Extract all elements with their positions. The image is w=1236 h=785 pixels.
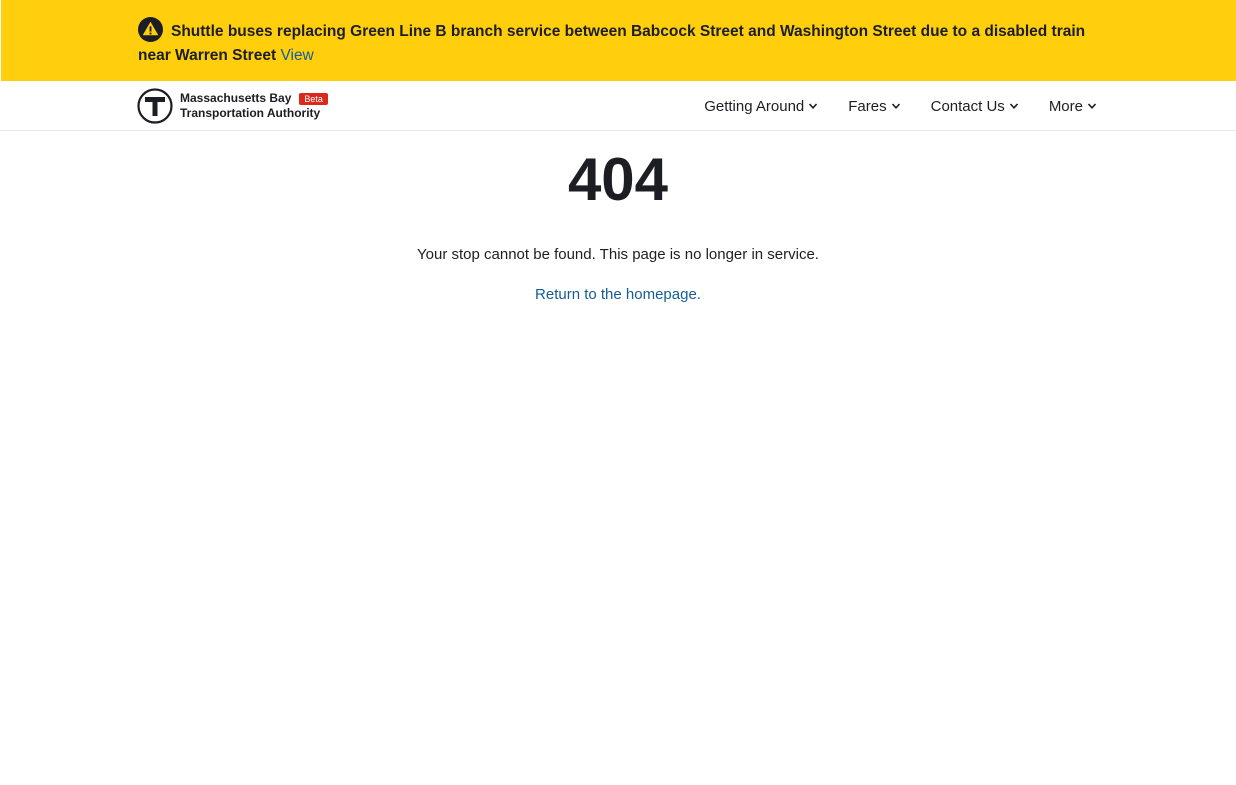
nav-label: Contact Us (930, 97, 1005, 115)
nav-label: More (1048, 97, 1083, 115)
chevron-down-icon (891, 103, 900, 109)
mbta-logo[interactable]: Massachusetts Bay Beta Transportation Au… (137, 88, 328, 124)
logo-line-1: Massachusetts Bay (180, 91, 292, 105)
error-code: 404 (567, 146, 669, 213)
nav-label: Getting Around (704, 97, 805, 115)
mbta-t-logo-icon (137, 88, 173, 124)
chevron-down-icon (809, 103, 818, 109)
home-link-container: Return to the homepage. (0, 284, 1236, 306)
nav-contact-us[interactable]: Contact Us (931, 98, 1019, 115)
logo-text: Massachusetts Bay Beta Transportation Au… (180, 91, 328, 121)
site-header: Massachusetts Bay Beta Transportation Au… (0, 81, 1236, 131)
chevron-down-icon (1009, 103, 1018, 109)
beta-badge: Beta (299, 92, 328, 105)
nav-more[interactable]: More (1049, 98, 1097, 115)
chevron-down-icon (1087, 103, 1097, 109)
return-home-link[interactable]: Return to the homepage. (535, 286, 701, 303)
main-nav: Getting Around Fares Contact Us More (674, 81, 1097, 131)
nav-label: Fares (848, 97, 887, 115)
alert-view-link[interactable]: View (280, 47, 313, 64)
alert-content: Shuttle buses replacing Green Line B bra… (138, 17, 1098, 68)
error-message: Your stop cannot be found. This page is … (417, 246, 819, 263)
logo-line-2: Transportation Authority (180, 106, 321, 120)
alert-banner: Shuttle buses replacing Green Line B bra… (1, 0, 1236, 81)
nav-getting-around[interactable]: Getting Around (704, 98, 818, 115)
nav-fares[interactable]: Fares (848, 98, 900, 115)
alert-triangle-icon (138, 17, 163, 42)
